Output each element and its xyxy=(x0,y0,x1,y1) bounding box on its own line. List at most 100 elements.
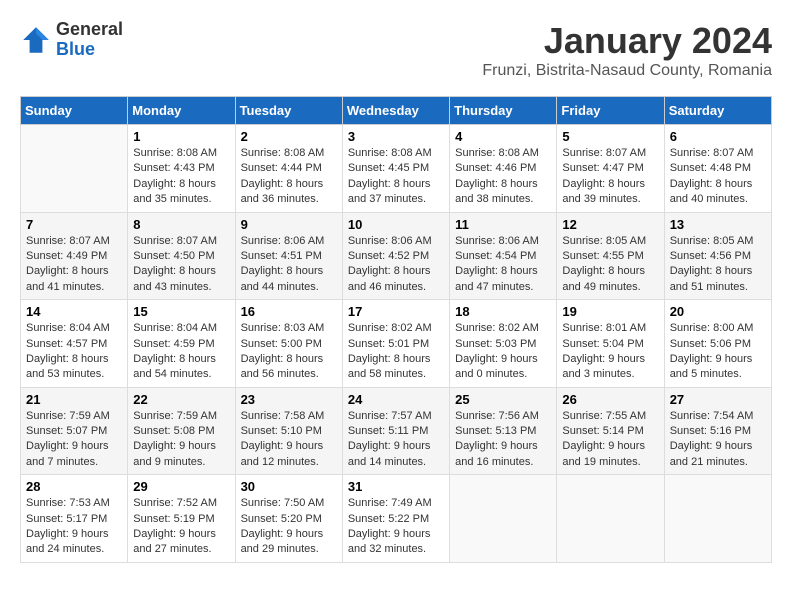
day-info: Sunrise: 8:06 AMSunset: 4:51 PMDaylight:… xyxy=(241,234,337,296)
day-number: 2 xyxy=(241,129,337,144)
calendar-cell: 14Sunrise: 8:04 AMSunset: 4:57 PMDayligh… xyxy=(21,300,128,388)
calendar-cell: 20 Sunrise: 8:00 AMSunset: 5:06 PMDayligh… xyxy=(664,300,771,388)
calendar-week-row: 7 Sunrise: 8:07 AMSunset: 4:49 PMDaylight… xyxy=(21,212,772,300)
calendar-cell: 15 Sunrise: 8:04 AMSunset: 4:59 PMDayligh… xyxy=(128,300,235,388)
calendar-cell: 2 Sunrise: 8:08 AMSunset: 4:44 PMDaylight… xyxy=(235,125,342,213)
calendar-cell: 25 Sunrise: 7:56 AMSunset: 5:13 PMDayligh… xyxy=(450,387,557,475)
day-info: Sunrise: 8:04 AMSunset: 4:57 PMDaylight:… xyxy=(26,321,122,383)
day-number: 17 xyxy=(348,304,444,319)
weekday-header-friday: Friday xyxy=(557,97,664,125)
logo-icon xyxy=(20,24,52,56)
calendar-cell: 22 Sunrise: 7:59 AMSunset: 5:08 PMDayligh… xyxy=(128,387,235,475)
day-info: Sunrise: 8:01 AMSunset: 5:04 PMDaylight:… xyxy=(562,321,658,383)
day-number: 19 xyxy=(562,304,658,319)
calendar-cell: 27Sunrise: 7:54 AMSunset: 5:16 PMDayligh… xyxy=(664,387,771,475)
logo-text: General Blue xyxy=(56,20,123,60)
calendar-cell: 21 Sunrise: 7:59 AMSunset: 5:07 PMDayligh… xyxy=(21,387,128,475)
day-number: 6 xyxy=(670,129,766,144)
calendar-cell: 8 Sunrise: 8:07 AMSunset: 4:50 PMDaylight… xyxy=(128,212,235,300)
day-number: 26 xyxy=(562,392,658,407)
day-info: Sunrise: 8:07 AMSunset: 4:50 PMDaylight:… xyxy=(133,234,229,296)
calendar-table: SundayMondayTuesdayWednesdayThursdayFrid… xyxy=(20,96,772,563)
calendar-week-row: 14Sunrise: 8:04 AMSunset: 4:57 PMDayligh… xyxy=(21,300,772,388)
calendar-cell: 5Sunrise: 8:07 AMSunset: 4:47 PMDaylight… xyxy=(557,125,664,213)
day-info: Sunrise: 7:54 AMSunset: 5:16 PMDaylight:… xyxy=(670,409,766,471)
calendar-cell: 11Sunrise: 8:06 AMSunset: 4:54 PMDayligh… xyxy=(450,212,557,300)
day-info: Sunrise: 7:56 AMSunset: 5:13 PMDaylight:… xyxy=(455,409,551,471)
day-info: Sunrise: 7:50 AMSunset: 5:20 PMDaylight:… xyxy=(241,496,337,558)
calendar-cell: 12Sunrise: 8:05 AMSunset: 4:55 PMDayligh… xyxy=(557,212,664,300)
calendar-week-row: 21 Sunrise: 7:59 AMSunset: 5:07 PMDayligh… xyxy=(21,387,772,475)
calendar-cell: 4Sunrise: 8:08 AMSunset: 4:46 PMDaylight… xyxy=(450,125,557,213)
day-info: Sunrise: 8:02 AMSunset: 5:03 PMDaylight:… xyxy=(455,321,551,383)
calendar-cell: 9 Sunrise: 8:06 AMSunset: 4:51 PMDaylight… xyxy=(235,212,342,300)
day-number: 7 xyxy=(26,217,122,232)
calendar-cell: 29 Sunrise: 7:52 AMSunset: 5:19 PMDayligh… xyxy=(128,475,235,563)
calendar-week-row: 1Sunrise: 8:08 AMSunset: 4:43 PMDaylight… xyxy=(21,125,772,213)
day-number: 25 xyxy=(455,392,551,407)
calendar-cell: 28Sunrise: 7:53 AMSunset: 5:17 PMDayligh… xyxy=(21,475,128,563)
calendar-cell: 1Sunrise: 8:08 AMSunset: 4:43 PMDaylight… xyxy=(128,125,235,213)
day-number: 30 xyxy=(241,479,337,494)
day-info: Sunrise: 8:02 AMSunset: 5:01 PMDaylight:… xyxy=(348,321,444,383)
weekday-header-wednesday: Wednesday xyxy=(342,97,449,125)
calendar-cell xyxy=(21,125,128,213)
calendar-cell xyxy=(557,475,664,563)
day-number: 12 xyxy=(562,217,658,232)
weekday-header-tuesday: Tuesday xyxy=(235,97,342,125)
calendar-cell: 19 Sunrise: 8:01 AMSunset: 5:04 PMDayligh… xyxy=(557,300,664,388)
day-info: Sunrise: 8:07 AMSunset: 4:48 PMDaylight:… xyxy=(670,146,766,208)
day-number: 13 xyxy=(670,217,766,232)
day-number: 11 xyxy=(455,217,551,232)
weekday-header-sunday: Sunday xyxy=(21,97,128,125)
day-info: Sunrise: 8:05 AMSunset: 4:56 PMDaylight:… xyxy=(670,234,766,296)
day-info: Sunrise: 7:59 AMSunset: 5:08 PMDaylight:… xyxy=(133,409,229,471)
logo: General Blue xyxy=(20,20,123,60)
day-number: 18 xyxy=(455,304,551,319)
day-info: Sunrise: 7:59 AMSunset: 5:07 PMDaylight:… xyxy=(26,409,122,471)
calendar-subtitle: Frunzi, Bistrita-Nasaud County, Romania xyxy=(482,62,772,80)
calendar-cell: 17 Sunrise: 8:02 AMSunset: 5:01 PMDayligh… xyxy=(342,300,449,388)
calendar-title: January 2024 xyxy=(482,20,772,62)
calendar-cell xyxy=(664,475,771,563)
day-info: Sunrise: 8:08 AMSunset: 4:44 PMDaylight:… xyxy=(241,146,337,208)
calendar-cell: 6 Sunrise: 8:07 AMSunset: 4:48 PMDaylight… xyxy=(664,125,771,213)
day-number: 10 xyxy=(348,217,444,232)
weekday-header-row: SundayMondayTuesdayWednesdayThursdayFrid… xyxy=(21,97,772,125)
weekday-header-monday: Monday xyxy=(128,97,235,125)
day-info: Sunrise: 7:52 AMSunset: 5:19 PMDaylight:… xyxy=(133,496,229,558)
day-info: Sunrise: 7:53 AMSunset: 5:17 PMDaylight:… xyxy=(26,496,122,558)
calendar-cell: 26 Sunrise: 7:55 AMSunset: 5:14 PMDayligh… xyxy=(557,387,664,475)
calendar-cell xyxy=(450,475,557,563)
day-number: 24 xyxy=(348,392,444,407)
day-number: 15 xyxy=(133,304,229,319)
calendar-cell: 7 Sunrise: 8:07 AMSunset: 4:49 PMDaylight… xyxy=(21,212,128,300)
day-info: Sunrise: 7:57 AMSunset: 5:11 PMDaylight:… xyxy=(348,409,444,471)
day-number: 4 xyxy=(455,129,551,144)
day-number: 22 xyxy=(133,392,229,407)
day-info: Sunrise: 8:04 AMSunset: 4:59 PMDaylight:… xyxy=(133,321,229,383)
day-info: Sunrise: 7:58 AMSunset: 5:10 PMDaylight:… xyxy=(241,409,337,471)
day-number: 21 xyxy=(26,392,122,407)
calendar-cell: 16Sunrise: 8:03 AMSunset: 5:00 PMDayligh… xyxy=(235,300,342,388)
day-info: Sunrise: 7:55 AMSunset: 5:14 PMDaylight:… xyxy=(562,409,658,471)
day-info: Sunrise: 8:03 AMSunset: 5:00 PMDaylight:… xyxy=(241,321,337,383)
day-number: 9 xyxy=(241,217,337,232)
day-number: 8 xyxy=(133,217,229,232)
calendar-cell: 13 Sunrise: 8:05 AMSunset: 4:56 PMDayligh… xyxy=(664,212,771,300)
page-header: General Blue January 2024 Frunzi, Bistri… xyxy=(20,20,772,80)
day-number: 29 xyxy=(133,479,229,494)
calendar-week-row: 28Sunrise: 7:53 AMSunset: 5:17 PMDayligh… xyxy=(21,475,772,563)
weekday-header-saturday: Saturday xyxy=(664,97,771,125)
day-info: Sunrise: 8:07 AMSunset: 4:47 PMDaylight:… xyxy=(562,146,658,208)
day-number: 20 xyxy=(670,304,766,319)
calendar-cell: 23Sunrise: 7:58 AMSunset: 5:10 PMDayligh… xyxy=(235,387,342,475)
logo-blue: Blue xyxy=(56,40,123,60)
calendar-cell: 31Sunrise: 7:49 AMSunset: 5:22 PMDayligh… xyxy=(342,475,449,563)
day-info: Sunrise: 8:07 AMSunset: 4:49 PMDaylight:… xyxy=(26,234,122,296)
day-number: 31 xyxy=(348,479,444,494)
day-info: Sunrise: 8:00 AMSunset: 5:06 PMDaylight:… xyxy=(670,321,766,383)
calendar-cell: 30 Sunrise: 7:50 AMSunset: 5:20 PMDayligh… xyxy=(235,475,342,563)
calendar-cell: 24 Sunrise: 7:57 AMSunset: 5:11 PMDayligh… xyxy=(342,387,449,475)
day-info: Sunrise: 8:08 AMSunset: 4:45 PMDaylight:… xyxy=(348,146,444,208)
